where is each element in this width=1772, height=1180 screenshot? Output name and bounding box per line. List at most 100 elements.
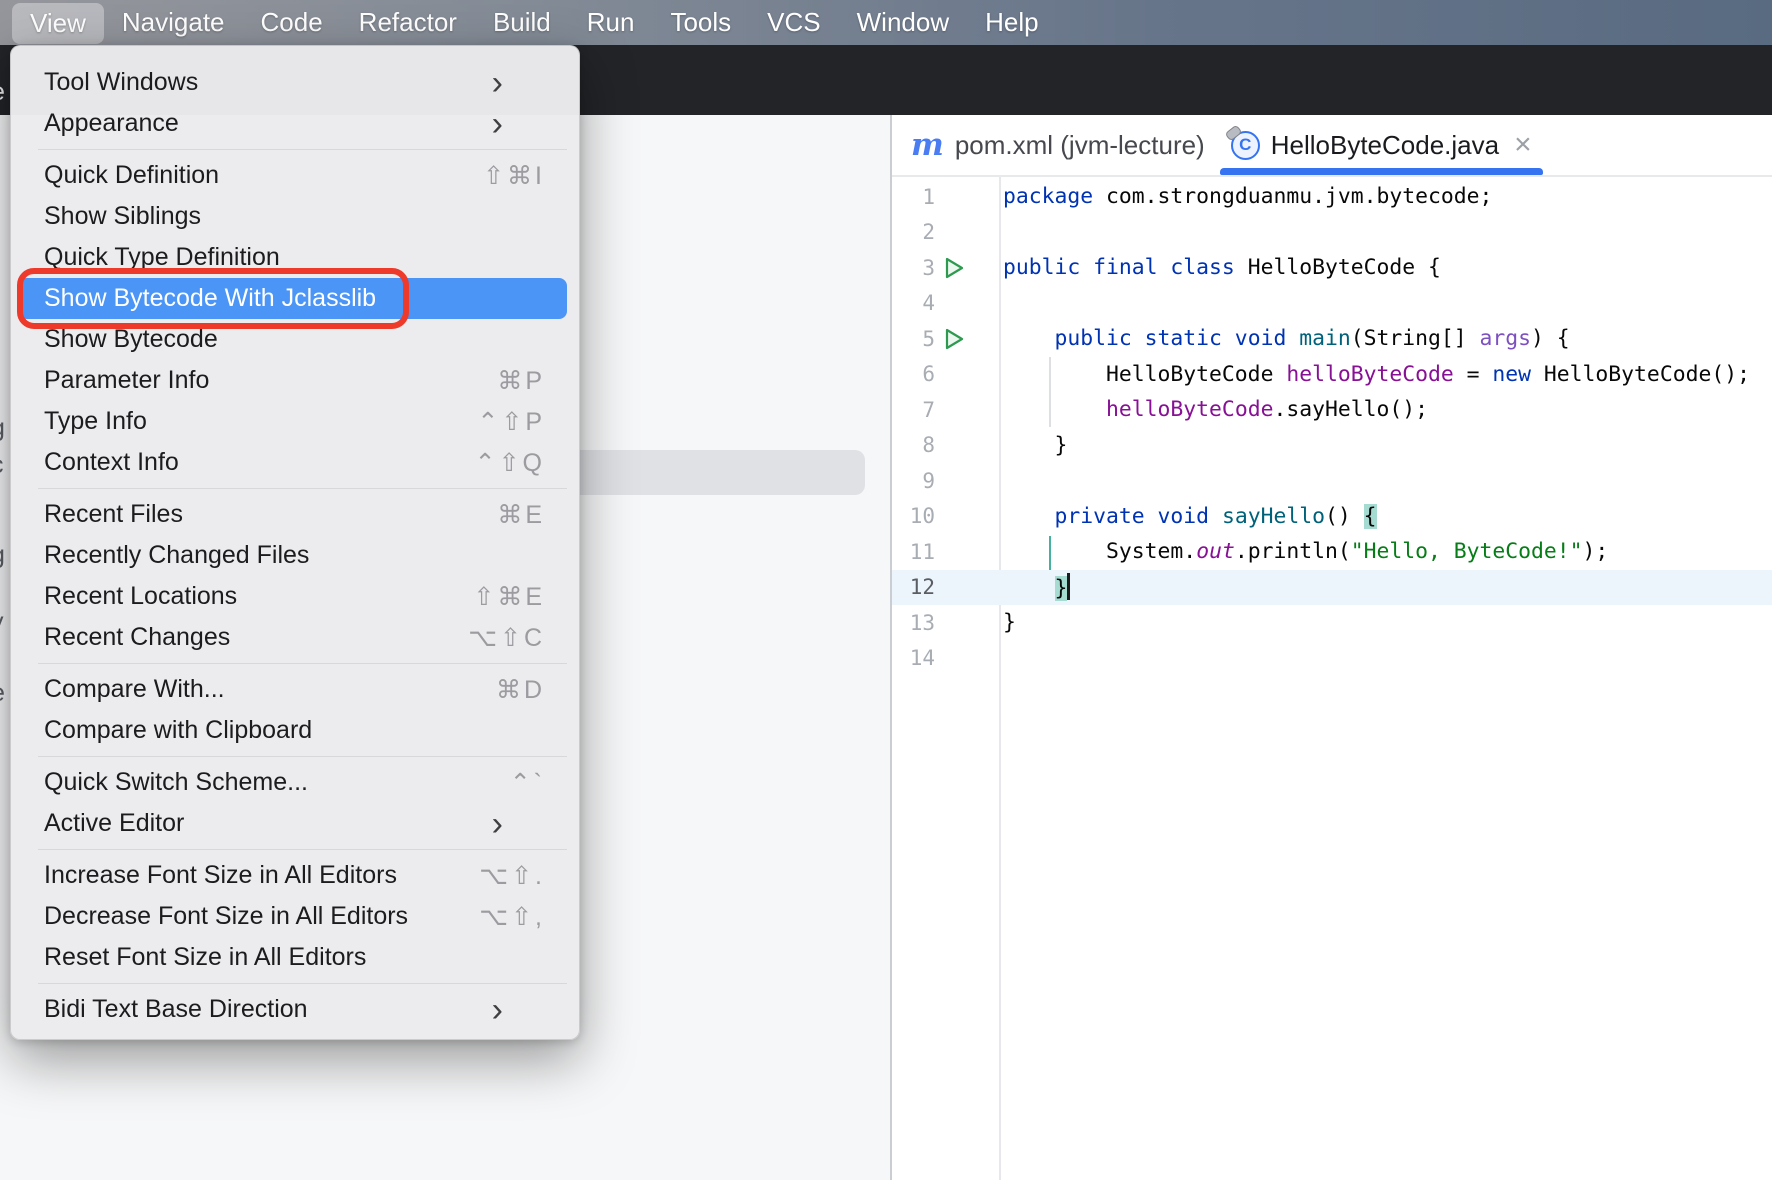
code-text: } <box>999 433 1067 458</box>
menu-item-quick-type-definition[interactable]: Quick Type Definition <box>19 237 567 278</box>
menubar-item-run[interactable]: Run <box>569 0 653 45</box>
run-button[interactable] <box>935 256 999 280</box>
menu-item-label: Compare With... <box>44 675 496 704</box>
menu-item-label: Show Siblings <box>44 202 545 231</box>
text-caret <box>1067 573 1070 600</box>
menu-item-compare-with[interactable]: Compare With...⌘D <box>19 669 567 710</box>
code-token: System. <box>1003 539 1196 564</box>
menubar-item-refactor[interactable]: Refactor <box>341 0 475 45</box>
code-token: HelloByteCode <box>1003 362 1286 387</box>
code-token: ) { <box>1531 326 1570 351</box>
code-token <box>1003 326 1055 351</box>
menu-separator <box>38 149 567 150</box>
macos-menubar: ViewNavigateCodeRefactorBuildRunToolsVCS… <box>0 0 1772 45</box>
menu-item-recent-locations[interactable]: Recent Locations⇧⌘E <box>19 576 567 617</box>
code-line-4[interactable]: 4 <box>892 286 1772 322</box>
menu-separator <box>38 983 567 984</box>
menu-item-label: Tool Windows <box>44 68 492 97</box>
menu-item-recent-changes[interactable]: Recent Changes⌥⇧C <box>19 617 567 658</box>
pin-icon <box>1224 124 1242 141</box>
code-line-13[interactable]: 13} <box>892 605 1772 641</box>
tab-label: pom.xml (jvm-lecture) <box>955 130 1205 161</box>
menu-separator <box>38 663 567 664</box>
menu-item-recent-files[interactable]: Recent Files⌘E <box>19 494 567 535</box>
line-number: 6 <box>892 362 935 386</box>
code-token: new <box>1492 362 1531 387</box>
menu-item-appearance[interactable]: Appearance› <box>19 103 567 144</box>
code-token: .println( <box>1235 539 1351 564</box>
menu-item-shortcut: ⇧⌘E <box>473 582 545 612</box>
code-token <box>1003 504 1055 529</box>
menu-item-decrease-font-size-in-all-editors[interactable]: Decrease Font Size in All Editors⌥⇧, <box>19 896 567 937</box>
menu-item-shortcut: ⌥⇧. <box>479 861 545 891</box>
code-token: .sayHello(); <box>1273 397 1428 422</box>
menubar-item-build[interactable]: Build <box>475 0 569 45</box>
menubar-item-vcs[interactable]: VCS <box>749 0 838 45</box>
code-text: helloByteCode.sayHello(); <box>999 397 1428 422</box>
menu-item-active-editor[interactable]: Active Editor› <box>19 803 567 844</box>
menu-item-show-bytecode[interactable]: Show Bytecode <box>19 319 567 360</box>
menu-item-label: Decrease Font Size in All Editors <box>44 902 479 931</box>
menu-item-show-siblings[interactable]: Show Siblings <box>19 196 567 237</box>
menubar-item-help[interactable]: Help <box>967 0 1056 45</box>
code-token: } <box>1055 576 1068 601</box>
code-line-2[interactable]: 2 <box>892 215 1772 251</box>
menu-item-increase-font-size-in-all-editors[interactable]: Increase Font Size in All Editors⌥⇧. <box>19 855 567 896</box>
code-token: "Hello, ByteCode!" <box>1351 539 1583 564</box>
run-button[interactable] <box>935 327 999 351</box>
line-number: 2 <box>892 220 935 244</box>
code-token: args <box>1480 326 1532 351</box>
code-line-7[interactable]: 7 helloByteCode.sayHello(); <box>892 392 1772 428</box>
code-text: } <box>999 610 1016 635</box>
line-number: 1 <box>892 185 935 209</box>
menu-item-context-info[interactable]: Context Info⌃⇧Q <box>19 442 567 483</box>
menu-item-quick-definition[interactable]: Quick Definition⇧⌘I <box>19 155 567 196</box>
code-token: } <box>1003 433 1067 458</box>
code-text: public final class HelloByteCode { <box>999 255 1441 280</box>
submenu-chevron-icon: › <box>492 114 503 134</box>
menu-item-shortcut: ⌘E <box>497 500 545 530</box>
menu-item-quick-switch-scheme[interactable]: Quick Switch Scheme...⌃` <box>19 762 567 803</box>
code-line-3[interactable]: 3public final class HelloByteCode { <box>892 250 1772 286</box>
line-number: 4 <box>892 291 935 315</box>
menu-item-tool-windows[interactable]: Tool Windows› <box>19 62 567 103</box>
menu-item-reset-font-size-in-all-editors[interactable]: Reset Font Size in All Editors <box>19 937 567 978</box>
code-line-6[interactable]: 6 HelloByteCode helloByteCode = new Hell… <box>892 357 1772 393</box>
submenu-chevron-icon: › <box>492 73 503 93</box>
menubar-item-navigate[interactable]: Navigate <box>104 0 243 45</box>
menubar-item-window[interactable]: Window <box>839 0 967 45</box>
code-editor[interactable]: 1package com.strongduanmu.jvm.bytecode; 2… <box>892 177 1772 1180</box>
menubar-item-code[interactable]: Code <box>243 0 341 45</box>
code-token: (String[] <box>1351 326 1480 351</box>
menubar-item-view[interactable]: View <box>12 3 104 44</box>
code-line-5[interactable]: 5 public static void main(String[] args)… <box>892 321 1772 357</box>
line-number: 13 <box>892 611 935 635</box>
code-line-8[interactable]: 8 } <box>892 428 1772 464</box>
code-line-14[interactable]: 14 <box>892 641 1772 677</box>
submenu-chevron-icon: › <box>492 814 503 834</box>
menu-item-label: Quick Definition <box>44 161 483 190</box>
code-line-9[interactable]: 9 <box>892 463 1772 499</box>
menu-item-compare-with-clipboard[interactable]: Compare with Clipboard <box>19 710 567 751</box>
menu-item-shortcut: ⌘P <box>497 366 545 396</box>
menu-separator <box>38 488 567 489</box>
editor-tab-pom-xml-jvm-lecture[interactable]: mpom.xml (jvm-lecture) <box>898 115 1218 175</box>
menu-item-parameter-info[interactable]: Parameter Info⌘P <box>19 360 567 401</box>
code-line-10[interactable]: 10 private void sayHello() { <box>892 499 1772 535</box>
menu-item-bidi-text-base-direction[interactable]: Bidi Text Base Direction› <box>19 989 567 1030</box>
code-line-1[interactable]: 1package com.strongduanmu.jvm.bytecode; <box>892 179 1772 215</box>
menu-item-label: Active Editor <box>44 809 492 838</box>
menu-item-label: Bidi Text Base Direction <box>44 995 492 1024</box>
editor-tab-bar: mpom.xml (jvm-lecture)CHelloByteCode.jav… <box>892 115 1772 177</box>
code-token: com.strongduanmu.jvm.bytecode; <box>1093 184 1492 209</box>
menubar-item-tools[interactable]: Tools <box>652 0 749 45</box>
menu-item-recently-changed-files[interactable]: Recently Changed Files <box>19 535 567 576</box>
code-line-11[interactable]: 11 System.out.println("Hello, ByteCode!"… <box>892 534 1772 570</box>
menu-item-type-info[interactable]: Type Info⌃⇧P <box>19 401 567 442</box>
code-token: HelloByteCode(); <box>1531 362 1750 387</box>
menu-item-show-bytecode-with-jclasslib[interactable]: Show Bytecode With Jclasslib <box>19 278 567 319</box>
close-icon[interactable]: × <box>1514 132 1532 158</box>
menu-item-shortcut: ⌃⇧P <box>477 407 545 437</box>
editor-tab-hellobytecode-java[interactable]: CHelloByteCode.java× <box>1218 115 1545 175</box>
code-line-12[interactable]: 12 } <box>892 570 1772 606</box>
